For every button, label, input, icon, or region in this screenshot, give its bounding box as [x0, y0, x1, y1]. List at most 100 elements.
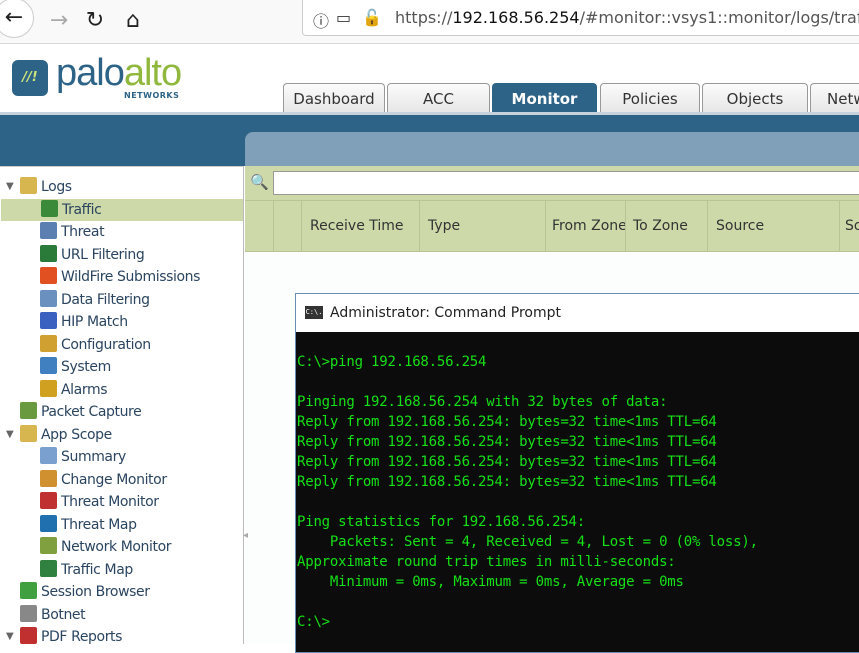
- configuration-icon: [40, 334, 57, 352]
- sidebar-item-threat-map[interactable]: Threat Map: [40, 514, 137, 536]
- cmd-icon: C:\.: [305, 306, 323, 319]
- column-select[interactable]: [273, 201, 301, 252]
- sidebar-item-label: PDF Reports: [41, 629, 123, 645]
- column-type[interactable]: Type: [419, 201, 545, 252]
- sidebar-item-label: Threat: [61, 224, 105, 240]
- sidebar-item-label: Traffic: [62, 201, 102, 218]
- traffic-map-icon: [40, 559, 57, 577]
- threat-map-icon: [40, 514, 57, 532]
- sidebar-item-threat-monitor[interactable]: Threat Monitor: [40, 491, 159, 513]
- collapse-handle[interactable]: ◂: [243, 530, 249, 550]
- packet-capture-icon: [20, 402, 37, 419]
- sidebar-item-botnet[interactable]: Botnet: [20, 604, 86, 626]
- session-browser-icon: [20, 582, 37, 599]
- sidebar-item-app-scope[interactable]: App Scope: [20, 424, 112, 446]
- expand-toggle-icon[interactable]: ▼: [6, 429, 14, 440]
- sidebar-item-traffic-map[interactable]: Traffic Map: [40, 559, 133, 581]
- column-source-more[interactable]: So: [839, 201, 859, 252]
- table-header: Receive Time Type From Zone To Zone Sour…: [245, 200, 859, 252]
- sidebar-item-packet-capture[interactable]: Packet Capture: [20, 401, 142, 423]
- sidebar-item-system[interactable]: System: [40, 356, 111, 378]
- sidebar-item-url-filtering[interactable]: URL Filtering: [40, 244, 145, 266]
- home-button[interactable]: ⌂: [116, 4, 150, 38]
- sidebar-item-label: HIP Match: [61, 314, 128, 330]
- column-detail[interactable]: [245, 201, 273, 252]
- permissions-icon[interactable]: ▭: [336, 8, 351, 27]
- sidebar-item-data-filtering[interactable]: Data Filtering: [40, 289, 150, 311]
- sidebar-item-label: Packet Capture: [41, 404, 142, 420]
- tab-monitor[interactable]: Monitor: [492, 83, 597, 113]
- logo-subtitle: NETWORKS: [124, 91, 180, 100]
- sidebar-item-label: Session Browser: [41, 584, 150, 600]
- sidebar-item-configuration[interactable]: Configuration: [40, 334, 151, 356]
- url-filtering-icon: [40, 244, 57, 262]
- sidebar-item-traffic[interactable]: Traffic: [1, 198, 243, 221]
- logo: paloalto: [56, 52, 182, 94]
- browser-toolbar: ← → ↻ ⌂ https://192.168.56.254/#monitor:…: [0, 0, 859, 44]
- network-monitor-icon: [40, 537, 57, 554]
- tab-network[interactable]: Netw: [810, 83, 859, 113]
- sidebar-item-label: Summary: [61, 449, 126, 465]
- url-bar[interactable]: https://192.168.56.254/#monitor::vsys1::…: [302, 0, 859, 36]
- change-monitor-icon: [40, 469, 57, 487]
- panel-header: [245, 132, 859, 166]
- botnet-icon: [20, 604, 37, 622]
- sidebar-item-label: Logs: [41, 179, 72, 195]
- column-from-zone[interactable]: From Zone: [545, 201, 625, 252]
- search-icon[interactable]: 🔍: [250, 173, 269, 191]
- column-source[interactable]: Source: [707, 201, 839, 252]
- tab-objects[interactable]: Objects: [702, 83, 808, 113]
- filter-input[interactable]: [273, 171, 859, 195]
- summary-icon: [40, 447, 57, 464]
- reload-button[interactable]: ↻: [78, 4, 112, 38]
- logo-icon: //!: [12, 60, 48, 96]
- sidebar-item-label: Change Monitor: [61, 471, 167, 488]
- sidebar-item-label: Threat Map: [61, 516, 137, 533]
- sidebar-item-logs[interactable]: Logs: [20, 176, 72, 198]
- sidebar-item-session-browser[interactable]: Session Browser: [20, 581, 150, 603]
- system-icon: [40, 357, 57, 374]
- sidebar-item-threat[interactable]: Threat: [40, 221, 105, 243]
- wildfire-submissions-icon: [40, 267, 57, 284]
- tab-policies[interactable]: Policies: [600, 83, 700, 113]
- info-icon[interactable]: ⓘ: [313, 8, 329, 32]
- sidebar-item-change-monitor[interactable]: Change Monitor: [40, 469, 167, 491]
- logs-icon: [20, 177, 37, 194]
- pdf-reports-icon: [20, 627, 37, 644]
- app-scope-icon: [20, 424, 37, 442]
- sidebar-item-network-monitor[interactable]: Network Monitor: [40, 536, 172, 558]
- sidebar-item-alarms[interactable]: Alarms: [40, 379, 107, 401]
- insecure-lock-icon[interactable]: 🔓: [362, 8, 382, 27]
- data-filtering-icon: [40, 289, 57, 307]
- expand-toggle-icon[interactable]: ▼: [6, 181, 14, 192]
- sidebar-item-label: Configuration: [61, 336, 151, 353]
- threat-icon: [40, 222, 57, 239]
- tab-dashboard[interactable]: Dashboard: [283, 83, 385, 113]
- sidebar-item-label: Traffic Map: [61, 561, 133, 578]
- threat-monitor-icon: [40, 492, 57, 509]
- sidebar-item-label: URL Filtering: [61, 246, 145, 263]
- window-title: Administrator: Command Prompt: [296, 294, 859, 332]
- sidebar-item-pdf-reports[interactable]: PDF Reports: [20, 626, 122, 648]
- back-button[interactable]: ←: [0, 0, 34, 38]
- sidebar-item-label: Network Monitor: [61, 539, 172, 555]
- sidebar-item-label: WildFire Submissions: [61, 269, 201, 285]
- sidebar-item-wildfire-submissions[interactable]: WildFire Submissions: [40, 266, 200, 288]
- url-prefix: https://: [395, 8, 453, 27]
- tab-acc[interactable]: ACC: [387, 83, 490, 113]
- sidebar-item-label: System: [61, 359, 111, 375]
- terminal-output[interactable]: C:\>ping 192.168.56.254 Pinging 192.168.…: [296, 352, 758, 632]
- url-path: /#monitor::vsys1::monitor/logs/traffic: [579, 8, 859, 27]
- column-receive-time[interactable]: Receive Time: [301, 201, 419, 252]
- column-to-zone[interactable]: To Zone: [625, 201, 707, 252]
- sidebar-item-label: App Scope: [41, 426, 112, 443]
- expand-toggle-icon[interactable]: ▼: [6, 631, 14, 642]
- sidebar-item-summary[interactable]: Summary: [40, 446, 126, 468]
- sidebar-item-label: Data Filtering: [61, 291, 150, 308]
- command-prompt-window[interactable]: Administrator: Command Prompt C:\. C:\>p…: [295, 293, 859, 653]
- traffic-icon: [41, 199, 58, 217]
- hip-match-icon: [40, 312, 57, 329]
- sidebar-item-hip-match[interactable]: HIP Match: [40, 311, 128, 333]
- alarms-icon: [40, 379, 57, 397]
- forward-button[interactable]: →: [42, 4, 76, 38]
